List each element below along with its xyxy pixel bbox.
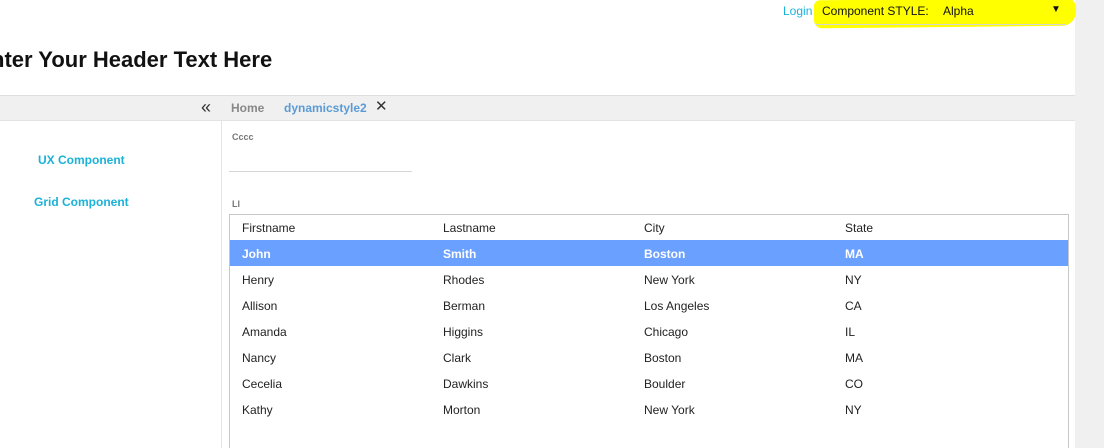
right-gutter — [1075, 0, 1104, 448]
nav-strip — [0, 95, 1075, 121]
cell-firstname: John — [242, 247, 271, 261]
grid-label: Ll — [232, 199, 240, 209]
page-title: nter Your Header Text Here — [0, 47, 273, 72]
cell-firstname: Kathy — [242, 403, 273, 417]
sidebar-item-grid-component[interactable]: Grid Component — [34, 195, 129, 209]
tab-home[interactable]: Home — [231, 101, 264, 115]
data-grid: Firstname Lastname City State John Smith… — [229, 214, 1069, 448]
table-row[interactable]: Amanda Higgins Chicago IL — [230, 318, 1068, 344]
cell-city: Boston — [644, 351, 682, 365]
grid-header: Firstname Lastname City State — [230, 215, 1068, 240]
cell-lastname: Rhodes — [443, 273, 485, 287]
component-style-label: Component STYLE: — [822, 4, 929, 18]
cell-state: NY — [845, 403, 862, 417]
close-tab-icon[interactable]: ✕ — [375, 99, 388, 115]
cell-lastname: Dawkins — [443, 377, 489, 391]
sidebar-divider — [221, 121, 222, 448]
table-row[interactable]: Nancy Clark Boston MA — [230, 344, 1068, 370]
cccc-input[interactable] — [229, 144, 412, 172]
caret-down-icon[interactable]: ▼ — [1051, 4, 1061, 15]
table-row[interactable]: Henry Rhodes New York NY — [230, 266, 1068, 292]
cell-city: New York — [644, 273, 695, 287]
cell-state: IL — [845, 325, 856, 339]
cell-firstname: Nancy — [242, 351, 277, 365]
cell-state: CO — [845, 377, 863, 391]
cell-city: Chicago — [644, 325, 689, 339]
tab-dynamicstyle2[interactable]: dynamicstyle2 — [284, 101, 367, 115]
column-header-state[interactable]: State — [845, 221, 873, 235]
page: Login Component STYLE: Alpha ▼ nter Your… — [0, 0, 1104, 448]
cell-lastname: Morton — [443, 403, 481, 417]
table-row[interactable]: Cecelia Dawkins Boulder CO — [230, 370, 1068, 396]
collapse-sidebar-icon[interactable]: « — [201, 97, 211, 117]
cell-firstname: Cecelia — [242, 377, 283, 391]
cell-city: Boston — [644, 247, 686, 261]
cell-state: CA — [845, 299, 862, 313]
cell-firstname: Amanda — [242, 325, 287, 339]
cell-lastname: Higgins — [443, 325, 484, 339]
cell-city: Los Angeles — [644, 299, 710, 313]
cell-state: NY — [845, 273, 862, 287]
column-header-lastname[interactable]: Lastname — [443, 221, 496, 235]
cell-state: MA — [845, 351, 863, 365]
cell-firstname: Allison — [242, 299, 278, 313]
table-row[interactable]: John Smith Boston MA — [230, 240, 1068, 266]
cell-city: New York — [644, 403, 695, 417]
cell-lastname: Smith — [443, 247, 477, 261]
cell-city: Boulder — [644, 377, 686, 391]
cell-state: MA — [845, 247, 864, 261]
cell-firstname: Henry — [242, 273, 275, 287]
divider — [816, 24, 1066, 25]
column-header-firstname[interactable]: Firstname — [242, 221, 295, 235]
column-header-city[interactable]: City — [644, 221, 665, 235]
cell-lastname: Berman — [443, 299, 486, 313]
login-link[interactable]: Login — [783, 4, 812, 18]
component-style-value[interactable]: Alpha — [943, 4, 974, 18]
cell-lastname: Clark — [443, 351, 472, 365]
sidebar-item-ux-component[interactable]: UX Component — [38, 153, 125, 167]
table-row[interactable]: Kathy Morton New York NY — [230, 396, 1068, 422]
field-label: Cccc — [232, 132, 254, 142]
table-row[interactable]: Allison Berman Los Angeles CA — [230, 292, 1068, 318]
